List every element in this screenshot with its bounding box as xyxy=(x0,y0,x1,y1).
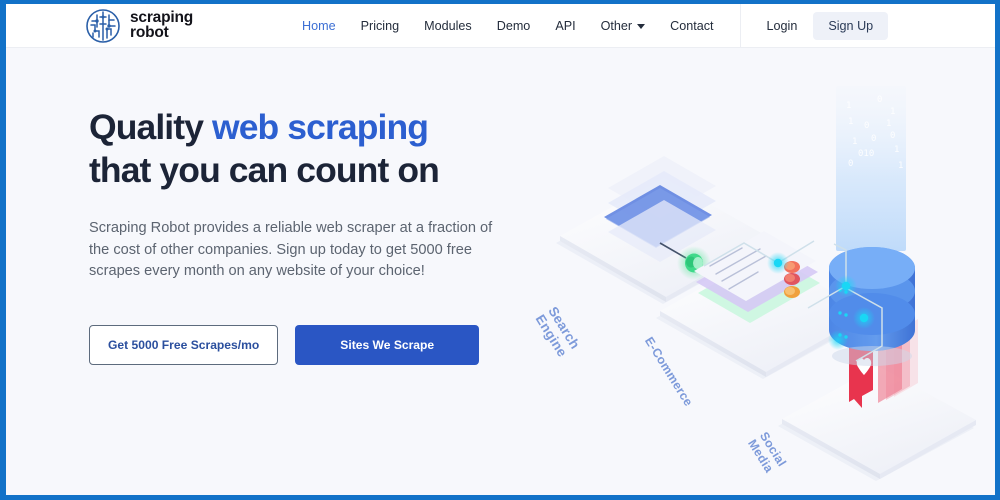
brand-name-line2: robot xyxy=(130,23,169,41)
nav-item-modules[interactable]: Modules xyxy=(424,19,472,33)
main-navigation: Home Pricing Modules Demo API Other Cont… xyxy=(302,19,714,33)
get-free-scrapes-button[interactable]: Get 5000 Free Scrapes/mo xyxy=(89,324,279,365)
svg-text:1: 1 xyxy=(846,101,851,111)
svg-text:0: 0 xyxy=(848,159,853,169)
chevron-down-icon xyxy=(637,24,646,29)
signup-button[interactable]: Sign Up xyxy=(813,11,889,40)
svg-text:1: 1 xyxy=(898,161,903,171)
svg-text:0: 0 xyxy=(871,134,876,144)
svg-text:010: 010 xyxy=(858,149,874,159)
hero-illustration: 1 0 1 0 1 1 1 0 0 010 1 0 1 Search Engin… xyxy=(515,78,995,495)
page-root: scraping robot Home Pricing Modules Demo… xyxy=(6,4,995,495)
svg-text:1: 1 xyxy=(886,119,891,129)
svg-text:0: 0 xyxy=(877,95,882,105)
nav-item-home[interactable]: Home xyxy=(302,19,336,33)
svg-text:0: 0 xyxy=(864,121,869,131)
nav-item-api[interactable]: API xyxy=(555,19,575,33)
brain-circuit-icon xyxy=(85,8,121,43)
social-media-platform xyxy=(778,366,976,481)
brand-logo[interactable]: scraping robot xyxy=(85,8,193,43)
nav-item-other-label: Other xyxy=(600,18,633,33)
nav-item-other[interactable]: Other xyxy=(601,19,646,33)
auth-actions: Login Sign Up xyxy=(761,11,889,40)
site-header: scraping robot Home Pricing Modules Demo… xyxy=(6,4,995,48)
svg-text:1: 1 xyxy=(852,137,857,147)
header-divider xyxy=(739,4,741,48)
hero-copy: Quality web scraping that you can count … xyxy=(89,106,529,365)
headline-accent: web scraping xyxy=(212,107,429,147)
headline-part-1: Quality xyxy=(89,107,212,147)
nav-item-demo[interactable]: Demo xyxy=(497,19,531,33)
svg-text:0: 0 xyxy=(890,131,895,141)
brand-name: scraping robot xyxy=(130,10,193,41)
browser-frame: scraping robot Home Pricing Modules Demo… xyxy=(0,0,1000,500)
svg-text:1: 1 xyxy=(894,145,899,155)
hero-section: Quality web scraping that you can count … xyxy=(6,48,995,495)
nav-item-contact[interactable]: Contact xyxy=(670,19,713,33)
label-scraping: Scraping xyxy=(514,488,891,495)
sites-we-scrape-button[interactable]: Sites We Scrape xyxy=(295,324,480,365)
svg-text:1: 1 xyxy=(890,107,895,117)
page-title: Quality web scraping that you can count … xyxy=(89,106,529,192)
hero-paragraph: Scraping Robot provides a reliable web s… xyxy=(89,220,493,279)
headline-part-2: that you can count on xyxy=(89,150,440,190)
login-link[interactable]: Login xyxy=(761,15,804,37)
svg-text:1: 1 xyxy=(848,117,853,127)
nav-item-pricing[interactable]: Pricing xyxy=(361,19,400,33)
hero-cta-row: Get 5000 Free Scrapes/mo Sites We Scrape xyxy=(89,324,529,365)
